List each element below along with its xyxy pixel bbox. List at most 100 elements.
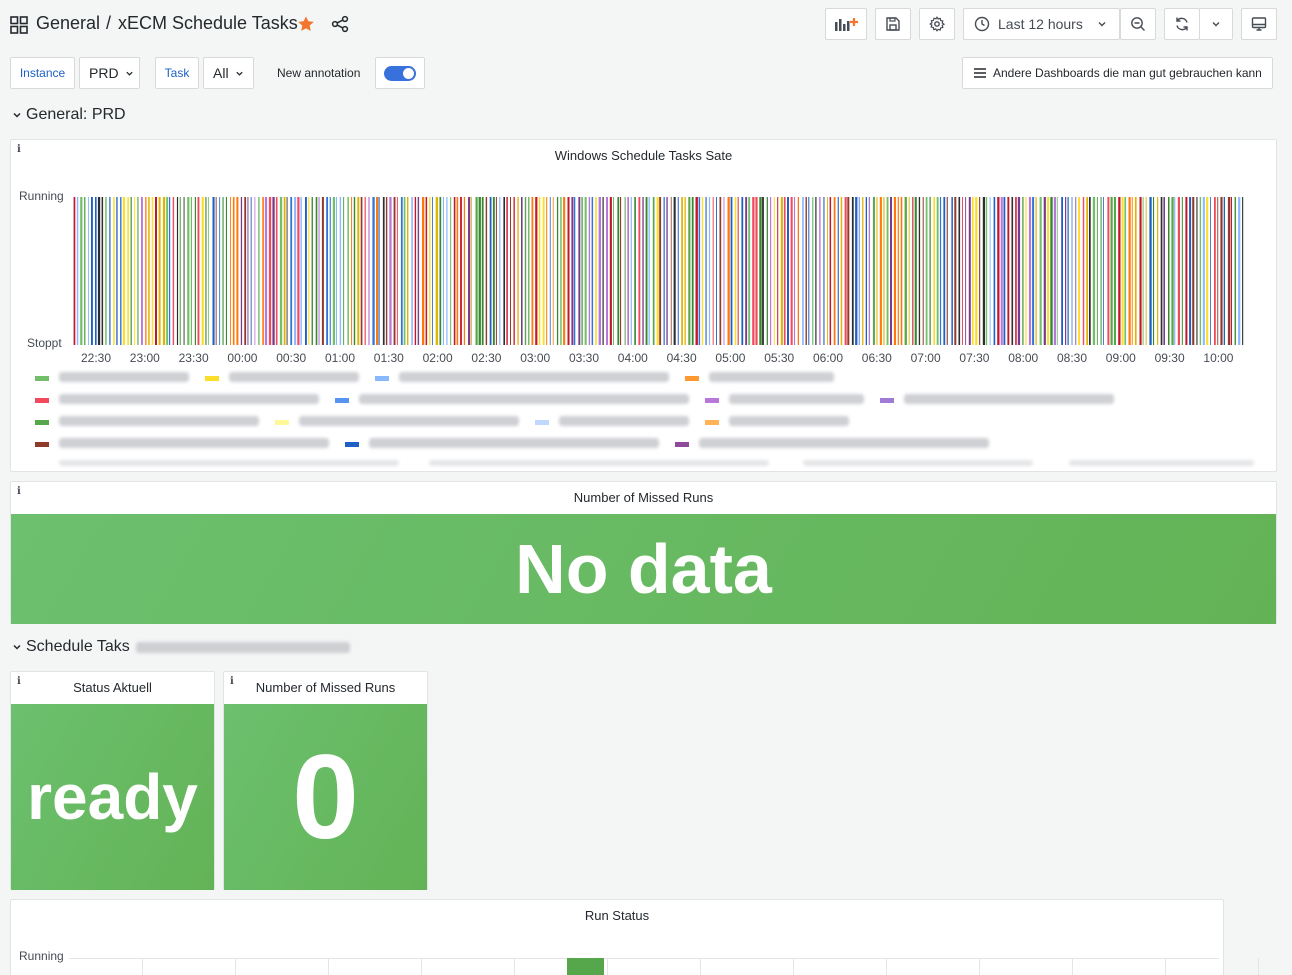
state-bar[interactable] bbox=[219, 197, 221, 345]
state-bar[interactable] bbox=[865, 197, 867, 345]
state-bar[interactable] bbox=[701, 197, 704, 345]
state-bar[interactable] bbox=[719, 197, 722, 345]
state-bar[interactable] bbox=[187, 197, 190, 345]
state-bar[interactable] bbox=[305, 197, 307, 345]
state-bar[interactable] bbox=[429, 197, 431, 345]
state-bar[interactable] bbox=[1234, 197, 1236, 345]
state-bar[interactable] bbox=[1128, 197, 1131, 345]
state-bar[interactable] bbox=[1003, 197, 1006, 345]
state-bar[interactable] bbox=[272, 197, 275, 345]
state-bar[interactable] bbox=[456, 197, 459, 345]
run-status-bar[interactable] bbox=[567, 958, 604, 975]
state-bar[interactable] bbox=[176, 197, 179, 345]
state-bar[interactable] bbox=[741, 197, 744, 345]
state-bar[interactable] bbox=[254, 197, 256, 345]
state-bar[interactable] bbox=[712, 197, 714, 345]
state-bar[interactable] bbox=[1118, 197, 1121, 345]
state-bar[interactable] bbox=[827, 197, 828, 345]
state-bar[interactable] bbox=[606, 197, 608, 345]
state-bar[interactable] bbox=[951, 197, 953, 345]
state-bar[interactable] bbox=[1007, 197, 1010, 345]
state-bar[interactable] bbox=[155, 197, 157, 345]
tv-mode-button[interactable] bbox=[1241, 8, 1277, 40]
state-bar[interactable] bbox=[122, 197, 126, 345]
state-bar[interactable] bbox=[745, 197, 748, 345]
state-bar[interactable] bbox=[904, 197, 907, 345]
state-bar[interactable] bbox=[468, 197, 471, 345]
state-bar[interactable] bbox=[422, 197, 425, 345]
legend-item-label[interactable] bbox=[729, 394, 864, 404]
state-bar[interactable] bbox=[240, 197, 243, 345]
state-bar[interactable] bbox=[790, 197, 793, 345]
state-bar[interactable] bbox=[385, 197, 388, 345]
state-bar[interactable] bbox=[1149, 197, 1152, 345]
legend-item-label[interactable] bbox=[229, 372, 359, 382]
legend-item-label[interactable] bbox=[709, 372, 834, 382]
state-bar[interactable] bbox=[943, 197, 946, 345]
state-bar[interactable] bbox=[666, 197, 668, 345]
legend-swatch[interactable] bbox=[35, 398, 49, 403]
state-bar[interactable] bbox=[162, 197, 166, 345]
state-bar[interactable] bbox=[524, 197, 527, 345]
state-bar[interactable] bbox=[506, 197, 508, 345]
state-bar[interactable] bbox=[617, 197, 620, 345]
dashboard-settings-button[interactable] bbox=[919, 8, 955, 40]
state-bar[interactable] bbox=[225, 197, 227, 345]
state-bar[interactable] bbox=[737, 197, 739, 345]
state-bar[interactable] bbox=[663, 197, 665, 345]
legend-swatch[interactable] bbox=[535, 420, 549, 425]
state-bar[interactable] bbox=[989, 197, 991, 345]
state-bar[interactable] bbox=[95, 197, 97, 345]
state-bar[interactable] bbox=[886, 197, 889, 345]
state-bar[interactable] bbox=[578, 197, 581, 345]
panel-title[interactable]: Number of Missed Runs bbox=[224, 680, 427, 695]
state-bar[interactable] bbox=[591, 197, 594, 345]
state-bar[interactable] bbox=[425, 197, 428, 345]
state-bar[interactable] bbox=[481, 197, 484, 345]
state-bar[interactable] bbox=[166, 197, 168, 345]
state-bar[interactable] bbox=[642, 197, 644, 345]
state-bar[interactable] bbox=[581, 197, 583, 345]
panel-title[interactable]: Status Aktuell bbox=[11, 680, 214, 695]
state-bar[interactable] bbox=[179, 197, 181, 345]
state-bar[interactable] bbox=[962, 197, 963, 345]
state-bar[interactable] bbox=[560, 197, 562, 345]
state-bar[interactable] bbox=[862, 197, 864, 345]
state-bar[interactable] bbox=[698, 197, 701, 345]
instance-variable-select[interactable]: PRD bbox=[79, 57, 140, 89]
state-bar[interactable] bbox=[521, 197, 523, 345]
state-bar[interactable] bbox=[797, 197, 799, 345]
state-bar[interactable] bbox=[993, 197, 996, 345]
state-bar[interactable] bbox=[1047, 197, 1050, 345]
state-bar[interactable] bbox=[1142, 197, 1144, 345]
state-bar[interactable] bbox=[1223, 197, 1225, 345]
state-bar[interactable] bbox=[958, 197, 961, 345]
state-bar[interactable] bbox=[876, 197, 878, 345]
share-icon[interactable] bbox=[331, 15, 349, 33]
state-bar[interactable] bbox=[120, 197, 122, 345]
legend-item-label[interactable] bbox=[729, 416, 849, 426]
state-bar[interactable] bbox=[727, 197, 730, 345]
state-bar[interactable] bbox=[1053, 197, 1057, 345]
state-bar[interactable] bbox=[300, 197, 302, 345]
state-bar[interactable] bbox=[858, 197, 860, 345]
state-bar[interactable] bbox=[414, 197, 417, 345]
state-bar[interactable] bbox=[1096, 197, 1098, 345]
state-bar[interactable] bbox=[244, 197, 247, 345]
state-bar[interactable] bbox=[208, 197, 209, 345]
state-bar[interactable] bbox=[1043, 197, 1046, 345]
state-bar[interactable] bbox=[1206, 197, 1209, 345]
state-bar[interactable] bbox=[598, 197, 601, 345]
state-bar[interactable] bbox=[535, 197, 538, 345]
state-bar[interactable] bbox=[290, 197, 293, 345]
legend-swatch[interactable] bbox=[880, 398, 894, 403]
state-bar[interactable] bbox=[396, 197, 398, 345]
legend-item-label[interactable] bbox=[1069, 460, 1254, 466]
state-bar[interactable] bbox=[844, 197, 847, 345]
state-bar[interactable] bbox=[1092, 197, 1096, 345]
dashboards-link-dropdown[interactable]: Andere Dashboards die man gut gebrauchen… bbox=[962, 57, 1273, 89]
refresh-interval-dropdown[interactable] bbox=[1199, 8, 1233, 40]
state-bar[interactable] bbox=[411, 197, 413, 345]
state-bar[interactable] bbox=[965, 197, 967, 345]
state-bar[interactable] bbox=[1242, 197, 1244, 345]
